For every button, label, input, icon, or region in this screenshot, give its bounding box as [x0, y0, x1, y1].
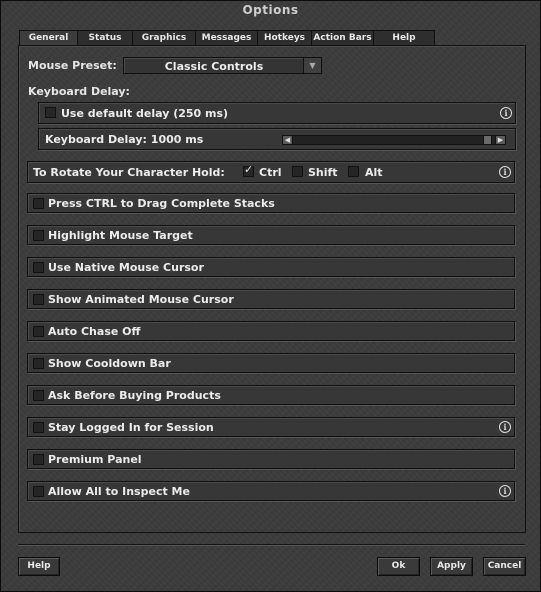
- tab-bar: General Status Graphics Messages Hotkeys…: [19, 30, 435, 47]
- option-checkbox[interactable]: [33, 198, 44, 209]
- option-checkbox[interactable]: [33, 326, 44, 337]
- slider-right-arrow-icon[interactable]: ▶: [495, 135, 506, 145]
- option-checkbox[interactable]: [33, 390, 44, 401]
- option-row[interactable]: Use Native Mouse Cursor: [27, 257, 515, 277]
- option-checkbox[interactable]: [33, 230, 44, 241]
- option-label: Show Cooldown Bar: [48, 357, 171, 370]
- use-default-delay-checkbox[interactable]: [45, 107, 56, 118]
- keyboard-delay-heading: Keyboard Delay:: [28, 85, 130, 98]
- option-label: Ask Before Buying Products: [48, 389, 221, 402]
- option-label: Show Animated Mouse Cursor: [48, 293, 234, 306]
- info-icon[interactable]: i: [499, 485, 511, 497]
- option-row[interactable]: Press CTRL to Drag Complete Stacks: [27, 193, 515, 213]
- rotate-character-label: To Rotate Your Character Hold:: [33, 166, 225, 179]
- footer-divider: [18, 544, 525, 546]
- option-row[interactable]: Show Cooldown Bar: [27, 353, 515, 373]
- info-icon[interactable]: i: [500, 107, 512, 119]
- option-label: Press CTRL to Drag Complete Stacks: [48, 197, 275, 210]
- rotate-ctrl-label: Ctrl: [259, 166, 282, 179]
- apply-button[interactable]: Apply: [430, 557, 473, 576]
- tab-help[interactable]: Help: [373, 30, 435, 45]
- mouse-preset-dropdown[interactable]: Classic Controls ▼: [123, 57, 322, 74]
- option-label: Highlight Mouse Target: [48, 229, 193, 242]
- option-checkbox[interactable]: [33, 294, 44, 305]
- option-row[interactable]: Show Animated Mouse Cursor: [27, 289, 515, 309]
- option-label: Stay Logged In for Session: [48, 421, 214, 434]
- slider-left-arrow-icon[interactable]: ◀: [282, 135, 293, 145]
- ok-button[interactable]: Ok: [377, 557, 420, 576]
- info-icon[interactable]: i: [499, 166, 511, 178]
- options-window: Options General Status Graphics Messages…: [0, 0, 541, 592]
- tab-action-bars[interactable]: Action Bars: [311, 30, 374, 45]
- keyboard-delay-slider[interactable]: ◀ ▶: [282, 135, 506, 145]
- option-checkbox[interactable]: [33, 358, 44, 369]
- mouse-preset-value: Classic Controls: [164, 60, 264, 73]
- use-default-delay-row[interactable]: Use default delay (250 ms) i: [38, 102, 516, 124]
- info-icon[interactable]: i: [499, 421, 511, 433]
- option-checkbox[interactable]: [33, 262, 44, 273]
- option-label: Premium Panel: [48, 453, 142, 466]
- rotate-alt-label: Alt: [365, 166, 383, 179]
- window-title: Options: [242, 3, 299, 17]
- option-checkbox[interactable]: [33, 486, 44, 497]
- option-row[interactable]: Ask Before Buying Products: [27, 385, 515, 405]
- keyboard-delay-slider-label: Keyboard Delay: 1000 ms: [45, 133, 204, 146]
- chevron-down-icon[interactable]: ▼: [303, 58, 321, 73]
- option-checkbox[interactable]: [33, 422, 44, 433]
- checkmark-icon: ✓: [244, 163, 254, 176]
- use-default-delay-label: Use default delay (250 ms): [61, 107, 229, 120]
- rotate-alt-checkbox[interactable]: [348, 166, 359, 177]
- option-label: Use Native Mouse Cursor: [48, 261, 204, 274]
- rotate-shift-checkbox[interactable]: [292, 166, 303, 177]
- tab-status[interactable]: Status: [77, 30, 133, 45]
- option-row[interactable]: Allow All to Inspect Me i: [27, 481, 515, 501]
- option-row[interactable]: Auto Chase Off: [27, 321, 515, 341]
- tab-graphics[interactable]: Graphics: [132, 30, 196, 45]
- help-button[interactable]: Help: [18, 557, 60, 576]
- option-row[interactable]: Highlight Mouse Target: [27, 225, 515, 245]
- option-label: Allow All to Inspect Me: [48, 485, 190, 498]
- slider-thumb[interactable]: [483, 135, 492, 145]
- option-checkbox[interactable]: [33, 454, 44, 465]
- option-row[interactable]: Premium Panel: [27, 449, 515, 469]
- cancel-button[interactable]: Cancel: [483, 557, 526, 576]
- mouse-preset-label: Mouse Preset:: [28, 59, 117, 72]
- rotate-ctrl-checkbox[interactable]: ✓: [243, 163, 254, 177]
- option-label: Auto Chase Off: [48, 325, 141, 338]
- tab-hotkeys[interactable]: Hotkeys: [257, 30, 312, 45]
- rotate-shift-label: Shift: [308, 166, 338, 179]
- tab-messages[interactable]: Messages: [195, 30, 258, 45]
- option-row[interactable]: Stay Logged In for Session i: [27, 417, 515, 437]
- rotate-character-row: To Rotate Your Character Hold: ✓ Ctrl Sh…: [27, 161, 515, 183]
